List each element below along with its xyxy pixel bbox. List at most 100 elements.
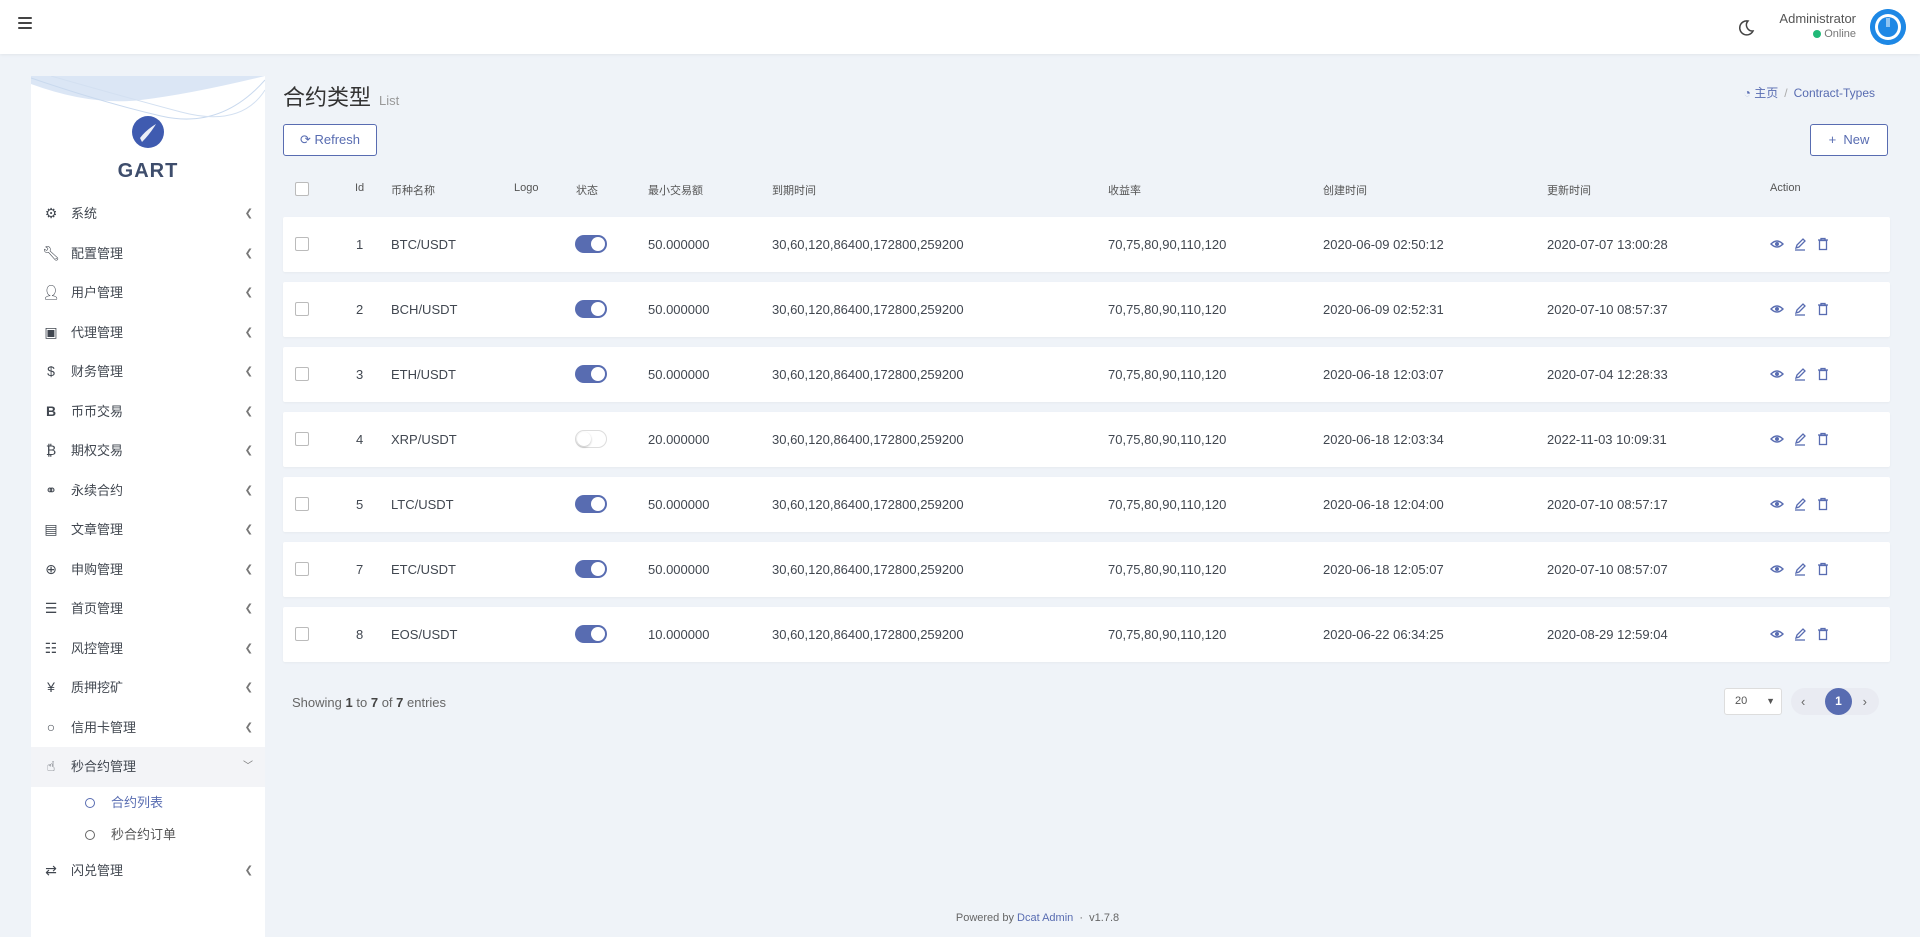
id-card-icon: ▣ — [44, 323, 58, 340]
view-eye-icon[interactable] — [1770, 627, 1784, 641]
edit-pencil-icon[interactable] — [1793, 237, 1807, 251]
delete-trash-icon[interactable] — [1816, 367, 1830, 381]
sidebar-item-homepage[interactable]: ☰ 首页管理 ❮ — [31, 589, 265, 629]
sidebar-item-subscription[interactable]: ⊕ 申购管理 ❮ — [31, 550, 265, 590]
delete-trash-icon[interactable] — [1816, 497, 1830, 511]
sidebar-item-staking[interactable]: ¥ 质押挖矿 ❮ — [31, 668, 265, 708]
menu-toggle-icon[interactable] — [18, 17, 32, 29]
cell-expiry: 30,60,120,86400,172800,259200 — [772, 497, 964, 512]
edit-pencil-icon[interactable] — [1793, 497, 1807, 511]
cell-expiry: 30,60,120,86400,172800,259200 — [772, 627, 964, 642]
view-eye-icon[interactable] — [1770, 237, 1784, 251]
cell-name: ETC/USDT — [391, 562, 456, 577]
refresh-button[interactable]: ⟳ Refresh — [283, 124, 377, 156]
edit-pencil-icon[interactable] — [1793, 367, 1807, 381]
sidebar-item-flash-exchange[interactable]: ⇄ 闪兑管理 ❮ — [31, 851, 265, 891]
status-toggle[interactable] — [575, 235, 607, 253]
page-1-button[interactable]: 1 — [1825, 688, 1852, 715]
cell-expiry: 30,60,120,86400,172800,259200 — [772, 367, 964, 382]
submenu-item-second-contract-orders[interactable]: 秒合约订单 — [31, 819, 265, 851]
user-info[interactable]: Administrator Online — [1779, 11, 1856, 40]
list-icon: ☰ — [44, 600, 58, 616]
table-header: Id 币种名称 Logo 状态 最小交易额 到期时间 收益率 创建时间 更新时间… — [283, 176, 1890, 204]
circle-icon — [85, 829, 95, 840]
per-page-select[interactable]: 20 ▼ — [1724, 688, 1782, 715]
chevron-left-icon: ❮ — [244, 484, 253, 496]
row-checkbox[interactable] — [295, 302, 309, 316]
footer-link[interactable]: Dcat Admin — [1017, 912, 1073, 924]
view-eye-icon[interactable] — [1770, 432, 1784, 446]
sidebar-item-finance[interactable]: $ 财务管理 ❮ — [31, 352, 265, 392]
sidebar-item-system[interactable]: ⚙ 系统 ❮ — [31, 194, 265, 234]
column-header-rate: 收益率 — [1108, 185, 1141, 197]
column-header-updated: 更新时间 — [1547, 185, 1591, 197]
cell-name: BCH/USDT — [391, 302, 458, 317]
cell-expiry: 30,60,120,86400,172800,259200 — [772, 237, 964, 252]
row-checkbox[interactable] — [295, 562, 309, 576]
edit-pencil-icon[interactable] — [1793, 627, 1807, 641]
sidebar-item-config[interactable]: 🔧︎ 配置管理 ❮ — [31, 234, 265, 274]
sidebar-item-perpetual[interactable]: ⚭ 永续合约 ❮ — [31, 471, 265, 511]
cell-created: 2020-06-22 06:34:25 — [1323, 627, 1444, 642]
submenu-item-contract-list[interactable]: 合约列表 — [31, 787, 265, 819]
footer: Powered by Dcat Admin · v1.7.8 — [955, 912, 1120, 924]
column-header-id[interactable]: Id — [355, 182, 364, 194]
cell-created: 2020-06-18 12:05:07 — [1323, 562, 1444, 577]
delete-trash-icon[interactable] — [1816, 237, 1830, 251]
view-eye-icon[interactable] — [1770, 367, 1784, 381]
edit-pencil-icon[interactable] — [1793, 302, 1807, 316]
delete-trash-icon[interactable] — [1816, 627, 1830, 641]
sidebar-item-risk[interactable]: ☷ 风控管理 ❮ — [31, 629, 265, 669]
status-toggle[interactable] — [575, 430, 607, 448]
row-checkbox[interactable] — [295, 497, 309, 511]
sidebar-item-articles[interactable]: ▤ 文章管理 ❮ — [31, 510, 265, 550]
status-toggle[interactable] — [575, 560, 607, 578]
cell-expiry: 30,60,120,86400,172800,259200 — [772, 302, 964, 317]
life-ring-icon: ⊕ — [45, 560, 57, 577]
row-checkbox[interactable] — [295, 432, 309, 446]
status-toggle[interactable] — [575, 300, 607, 318]
chevron-down-icon: ﹀ — [243, 761, 253, 772]
dark-mode-moon-icon[interactable] — [1736, 18, 1756, 38]
avatar[interactable] — [1870, 9, 1906, 45]
edit-pencil-icon[interactable] — [1793, 432, 1807, 446]
sidebar: GART ⚙ 系统 ❮ 🔧︎ 配置管理 ❮ 👤︎ 用户管理 ❮ ▣ 代理管理 ❮ $ 财务管理 ❮ … — [31, 76, 265, 937]
cell-rate: 70,75,80,90,110,120 — [1108, 367, 1227, 382]
table-row: 2 BCH/USDT 50.000000 30,60,120,86400,172800… — [283, 282, 1890, 337]
status-toggle[interactable] — [575, 495, 607, 513]
chevron-left-icon: ❮ — [244, 287, 253, 298]
delete-trash-icon[interactable] — [1816, 432, 1830, 446]
status-toggle[interactable] — [575, 365, 607, 383]
sidebar-item-users[interactable]: 👤︎ 用户管理 ❮ — [31, 273, 265, 313]
table-row: 3 ETH/USDT 50.000000 30,60,120,86400,172800… — [283, 347, 1890, 402]
exchange-icon: ⇄ — [45, 861, 57, 878]
sidebar-item-second-contract[interactable]: ☝ 秒合约管理 ﹀ — [31, 747, 265, 787]
table-row: 4 XRP/USDT 20.000000 30,60,120,86400,172800… — [283, 412, 1890, 467]
page-subtitle: List — [379, 93, 400, 108]
cell-id: 4 — [356, 432, 364, 447]
breadcrumb-home[interactable]: 主页 — [1754, 86, 1778, 100]
view-eye-icon[interactable] — [1770, 497, 1784, 511]
status-toggle[interactable] — [575, 625, 607, 643]
cell-name: LTC/USDT — [391, 497, 454, 512]
delete-trash-icon[interactable] — [1816, 302, 1830, 316]
sidebar-item-options[interactable]: ₿ 期权交易 ❮ — [31, 431, 265, 471]
select-all-checkbox[interactable] — [295, 182, 309, 196]
view-eye-icon[interactable] — [1770, 302, 1784, 316]
edit-pencil-icon[interactable] — [1793, 562, 1807, 576]
cell-id: 3 — [356, 367, 364, 382]
prev-page-button[interactable]: ‹ — [1801, 688, 1805, 715]
sidebar-item-agents[interactable]: ▣ 代理管理 ❮ — [31, 313, 265, 353]
chevron-left-icon: ❮ — [244, 208, 253, 219]
chevron-left-icon: ❮ — [244, 721, 253, 733]
cell-id: 2 — [356, 302, 364, 317]
delete-trash-icon[interactable] — [1816, 562, 1830, 576]
sidebar-item-spot-trade[interactable]: B 币币交易 ❮ — [31, 392, 265, 432]
sidebar-item-credit-card[interactable]: ○ 信用卡管理 ❮ — [31, 708, 265, 748]
row-checkbox[interactable] — [295, 237, 309, 251]
new-button[interactable]: + New — [1810, 124, 1888, 156]
next-page-button[interactable]: › — [1863, 688, 1867, 715]
view-eye-icon[interactable] — [1770, 562, 1784, 576]
row-checkbox[interactable] — [295, 627, 309, 641]
row-checkbox[interactable] — [295, 367, 309, 381]
